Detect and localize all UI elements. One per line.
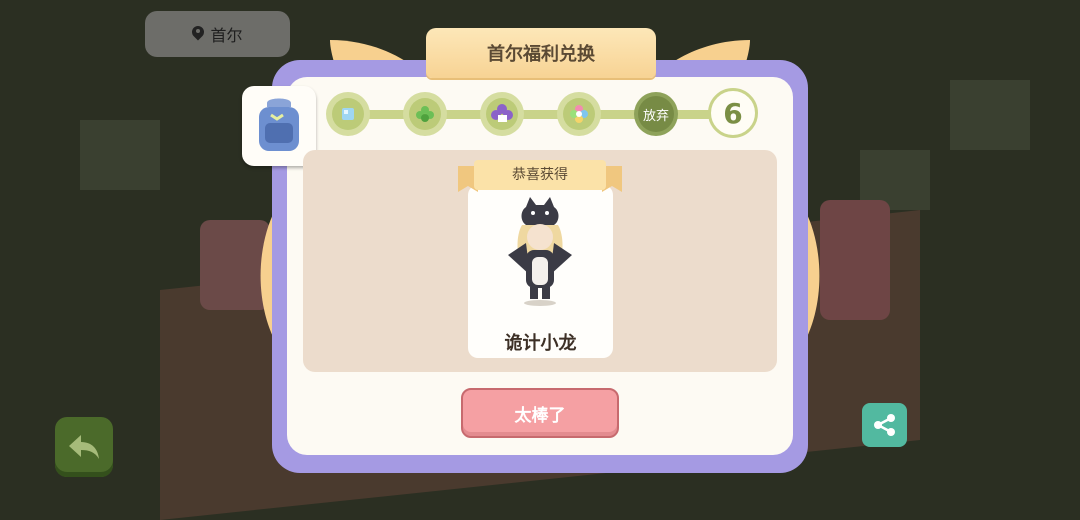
share-button[interactable] [862,403,907,447]
back-button[interactable] [55,417,113,477]
background-block [950,80,1030,150]
progress-step-4 [557,92,601,136]
give-up-label: 放弃 [638,96,674,132]
give-up-button[interactable]: 放弃 [634,92,678,136]
progress-step-1 [326,92,370,136]
congrats-label: 恭喜获得 [512,167,568,183]
green-flower-icon [416,106,434,122]
share-icon [873,414,895,436]
rainbow-flower-icon [570,105,588,123]
ice-cube-icon [342,108,354,120]
remaining-count-badge: 6 [708,88,758,138]
confirm-button[interactable]: 太棒了 [461,388,619,438]
purple-flower-icon [491,104,513,122]
background-block [80,120,160,190]
dragon-costume-character-image [508,197,572,306]
location-pin-icon [192,26,204,42]
progress-step-3 [480,92,524,136]
dialog-title: 首尔福利兑换 [426,28,656,78]
progress-track [340,110,740,119]
progress-step-2 [403,92,447,136]
back-arrow-icon [69,435,99,459]
reward-item-name: 诡计小龙 [504,333,577,354]
